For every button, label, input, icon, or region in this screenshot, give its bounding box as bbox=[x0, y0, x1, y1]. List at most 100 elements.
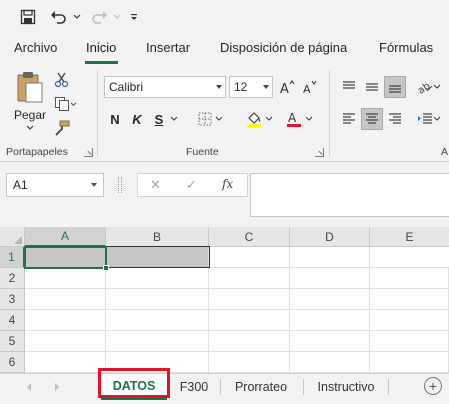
insert-function-icon[interactable]: fx bbox=[222, 177, 233, 191]
chevron-down-icon bbox=[216, 85, 222, 89]
cell-d1[interactable] bbox=[290, 247, 370, 268]
formula-bar: A1 ✕ ✓ fx bbox=[0, 163, 449, 227]
chevron-down-icon bbox=[215, 116, 222, 121]
annotation-highlight bbox=[98, 368, 170, 398]
italic-icon: K bbox=[132, 111, 142, 127]
add-sheet-button[interactable]: + bbox=[424, 377, 442, 395]
table-row[interactable] bbox=[25, 352, 449, 373]
tab-divider bbox=[388, 379, 389, 395]
formula-input[interactable] bbox=[250, 173, 449, 217]
borders-icon bbox=[198, 112, 211, 126]
sheet-tab-prorrateo[interactable]: Prorrateo bbox=[224, 374, 298, 400]
align-center-button[interactable] bbox=[361, 108, 383, 130]
align-middle-button[interactable] bbox=[361, 76, 383, 98]
tab-insertar[interactable]: Insertar bbox=[146, 40, 190, 55]
decrease-font-size-button[interactable]: A bbox=[300, 76, 318, 98]
cancel-icon[interactable]: ✕ bbox=[150, 177, 161, 193]
customize-qat-icon[interactable] bbox=[128, 7, 140, 27]
underline-button[interactable]: S bbox=[150, 108, 168, 130]
column-header-a[interactable]: A bbox=[25, 227, 106, 247]
row-header-3[interactable]: 3 bbox=[0, 289, 25, 310]
table-row[interactable] bbox=[25, 331, 449, 352]
font-size-select[interactable]: 12 bbox=[229, 76, 273, 98]
svg-text:A: A bbox=[288, 111, 297, 125]
fill-color-button[interactable] bbox=[244, 108, 274, 130]
copy-button[interactable] bbox=[52, 94, 78, 114]
table-row[interactable] bbox=[25, 310, 449, 331]
column-header-c[interactable]: C bbox=[209, 227, 290, 247]
sheet-tab-f300[interactable]: F300 bbox=[171, 374, 217, 400]
redo-dropdown-icon[interactable] bbox=[112, 7, 122, 27]
clipboard-launcher-icon[interactable] bbox=[84, 148, 93, 157]
name-box[interactable]: A1 bbox=[6, 173, 104, 197]
chevron-down-icon bbox=[433, 116, 441, 121]
name-box-value: A1 bbox=[13, 178, 28, 192]
cell-e1[interactable] bbox=[370, 247, 449, 268]
align-top-icon bbox=[343, 81, 355, 89]
column-header-b[interactable]: B bbox=[106, 227, 209, 247]
row-header-4[interactable]: 4 bbox=[0, 310, 25, 331]
sheet-tab-instructivo[interactable]: Instructivo bbox=[307, 374, 385, 400]
align-bottom-button[interactable] bbox=[384, 76, 406, 98]
tab-disposicion[interactable]: Disposición de página bbox=[220, 40, 347, 55]
save-icon[interactable] bbox=[18, 7, 38, 27]
increase-font-size-button[interactable]: A bbox=[278, 76, 296, 98]
column-header-d[interactable]: D bbox=[290, 227, 370, 247]
next-sheet-icon[interactable] bbox=[50, 379, 64, 395]
font-family-select[interactable]: Calibri bbox=[104, 76, 226, 98]
svg-text:A: A bbox=[303, 83, 311, 95]
font-size-value: 12 bbox=[234, 80, 248, 94]
decrease-font-icon: A bbox=[303, 80, 317, 95]
tab-archivo[interactable]: Archivo bbox=[14, 40, 57, 55]
ribbon-tabs: Archivo Inicio Insertar Disposición de p… bbox=[0, 32, 449, 66]
undo-icon[interactable] bbox=[48, 7, 70, 27]
align-left-button[interactable] bbox=[338, 108, 360, 130]
font-launcher-icon[interactable] bbox=[315, 148, 324, 157]
align-left-icon bbox=[343, 113, 355, 124]
font-family-value: Calibri bbox=[109, 80, 144, 94]
row-header-5[interactable]: 5 bbox=[0, 331, 25, 352]
chevron-down-icon bbox=[305, 116, 313, 121]
paste-dropdown-icon bbox=[26, 125, 34, 130]
alignment-group-label: A bbox=[441, 146, 449, 158]
align-top-button[interactable] bbox=[338, 76, 360, 98]
align-bottom-icon bbox=[389, 85, 401, 93]
row-header-2[interactable]: 2 bbox=[0, 268, 25, 289]
row-header-6[interactable]: 6 bbox=[0, 352, 25, 373]
redo-icon[interactable] bbox=[88, 7, 110, 27]
row-header-1[interactable]: 1 bbox=[0, 247, 25, 268]
indent-button[interactable] bbox=[414, 108, 444, 130]
clipboard-group-label: Portapapeles bbox=[6, 146, 68, 158]
orientation-button[interactable]: ab bbox=[414, 76, 444, 98]
align-right-button[interactable] bbox=[384, 108, 406, 130]
prev-sheet-icon[interactable] bbox=[22, 379, 36, 395]
font-color-icon: A bbox=[287, 111, 301, 127]
bold-button[interactable]: N bbox=[106, 108, 124, 130]
column-header-e[interactable]: E bbox=[370, 227, 449, 247]
indent-icon bbox=[418, 113, 432, 124]
undo-dropdown-icon[interactable] bbox=[72, 7, 82, 27]
underline-dropdown[interactable] bbox=[168, 108, 180, 130]
fill-handle[interactable] bbox=[103, 265, 109, 271]
tab-inicio[interactable]: Inicio bbox=[86, 40, 116, 55]
format-painter-button[interactable] bbox=[52, 118, 72, 138]
select-all-button[interactable] bbox=[0, 227, 25, 247]
tab-formulas[interactable]: Fórmulas bbox=[379, 40, 433, 55]
worksheet-grid: A B C D E 1 2 3 4 5 6 bbox=[0, 227, 449, 373]
active-cell-border bbox=[24, 246, 107, 269]
paste-button[interactable]: Pegar bbox=[10, 70, 50, 140]
svg-text:A: A bbox=[280, 82, 289, 95]
cell-c1[interactable] bbox=[209, 247, 290, 268]
underline-icon: S bbox=[154, 111, 164, 127]
enter-icon[interactable]: ✓ bbox=[186, 177, 197, 193]
chevron-down-icon bbox=[170, 116, 178, 121]
ribbon: Pegar Portapapeles Calibri 12 A A N K S bbox=[0, 66, 449, 162]
table-row[interactable] bbox=[25, 289, 449, 310]
formula-bar-splitter[interactable] bbox=[118, 177, 122, 193]
italic-button[interactable]: K bbox=[128, 108, 146, 130]
table-row[interactable] bbox=[25, 268, 449, 289]
cut-button[interactable] bbox=[52, 70, 72, 90]
borders-button[interactable] bbox=[196, 108, 224, 130]
chevron-down-icon bbox=[265, 116, 273, 121]
font-color-button[interactable]: A bbox=[284, 108, 314, 130]
